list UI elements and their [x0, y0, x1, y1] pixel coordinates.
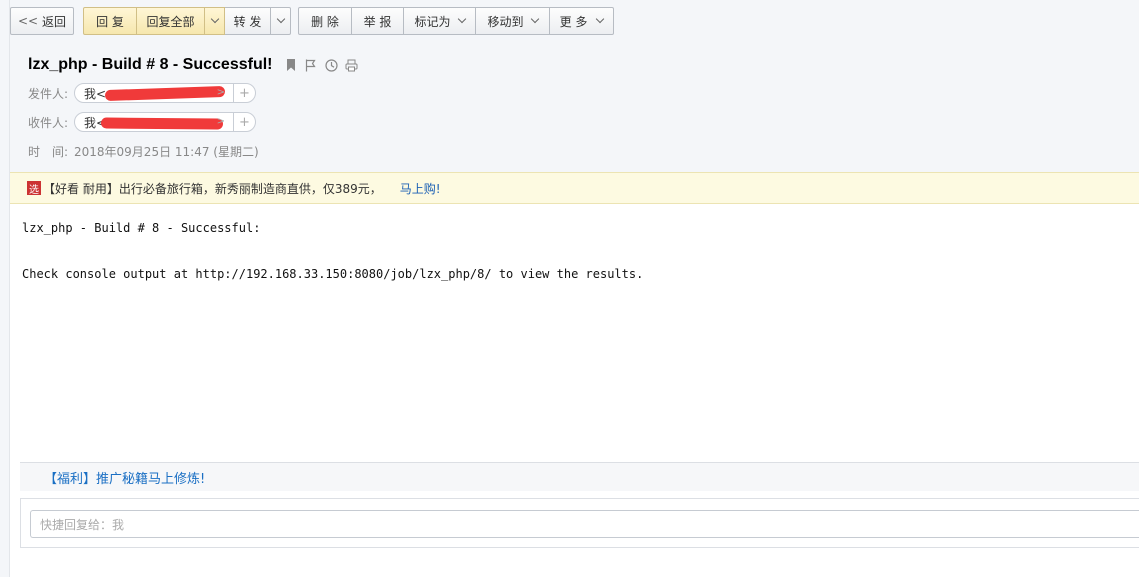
forward-dropdown[interactable]	[271, 7, 291, 35]
report-button[interactable]: 举 报	[352, 7, 404, 35]
redaction-mark	[100, 117, 224, 130]
chevron-down-icon	[276, 14, 285, 24]
from-label: 发件人:	[28, 86, 69, 101]
from-row: 发件人: 我< > +	[28, 83, 256, 103]
to-contact-chip[interactable]: 我< > +	[74, 112, 256, 132]
promo-buy-link[interactable]: 马上购!	[400, 180, 441, 197]
to-label: 收件人:	[28, 115, 69, 130]
flag-icon[interactable]	[304, 58, 318, 72]
from-contact-end: >	[216, 87, 225, 98]
back-button[interactable]: << 返回	[10, 7, 74, 35]
forward-button[interactable]: 转 发	[225, 7, 271, 35]
chevron-down-icon	[530, 14, 539, 24]
email-subject: lzx_php - Build # 8 - Successful!	[28, 56, 273, 73]
action-group: 删 除 举 报 标记为 移动到 更 多	[298, 7, 614, 35]
body-line: lzx_php - Build # 8 - Successful:	[22, 221, 261, 235]
time-label: 时 间:	[28, 145, 69, 159]
clock-icon[interactable]	[324, 58, 338, 72]
print-icon[interactable]	[344, 58, 358, 72]
email-body: lzx_php - Build # 8 - Successful: Check …	[22, 220, 643, 282]
add-contact-icon[interactable]: +	[233, 83, 255, 103]
chevron-down-icon	[210, 14, 219, 24]
footer-ad-link[interactable]: 【福利】推广秘籍马上修炼!	[20, 463, 1139, 491]
quick-reply-box: 快捷回复给：我	[20, 498, 1139, 548]
to-row: 收件人: 我< > +	[28, 112, 256, 132]
move-to-button[interactable]: 移动到	[476, 7, 550, 35]
quick-reply-input[interactable]: 快捷回复给：我	[30, 510, 1139, 538]
reply-group: 回 复 回复全部 转 发	[83, 7, 291, 35]
mark-as-button[interactable]: 标记为	[404, 7, 476, 35]
chevron-down-icon	[457, 14, 466, 24]
from-contact-chip[interactable]: 我< > +	[74, 83, 256, 103]
body-line: Check console output at http://192.168.3…	[22, 267, 644, 281]
header-actions	[284, 58, 358, 72]
to-contact-end: >	[216, 116, 225, 127]
promo-text: 【好看 耐用】出行必备旅行箱，新秀丽制造商直供，仅389元，	[43, 181, 382, 196]
reply-button[interactable]: 回 复	[83, 7, 137, 35]
left-sidebar-edge	[0, 0, 10, 577]
chevron-down-icon	[596, 14, 605, 24]
select-badge-icon: 选	[27, 181, 41, 196]
time-value: 2018年09月25日 11:47 (星期二)	[74, 145, 259, 159]
toolbar: << 返回 回 复 回复全部 转 发 删 除 举 报 标记为 移动到 更 多	[10, 7, 614, 35]
time-row: 时 间: 2018年09月25日 11:47 (星期二)	[28, 143, 259, 160]
reply-all-button[interactable]: 回复全部	[137, 7, 205, 35]
more-button[interactable]: 更 多	[550, 7, 614, 35]
double-chevron-left-icon: <<	[17, 14, 39, 28]
redaction-mark	[104, 85, 226, 102]
reply-all-dropdown[interactable]	[205, 7, 225, 35]
delete-button[interactable]: 删 除	[298, 7, 352, 35]
bookmark-icon[interactable]	[284, 58, 298, 72]
add-contact-icon[interactable]: +	[233, 112, 255, 132]
from-contact-name: 我<	[84, 86, 107, 101]
promo-bar: 选 【好看 耐用】出行必备旅行箱，新秀丽制造商直供，仅389元， 马上购!	[10, 172, 1139, 204]
